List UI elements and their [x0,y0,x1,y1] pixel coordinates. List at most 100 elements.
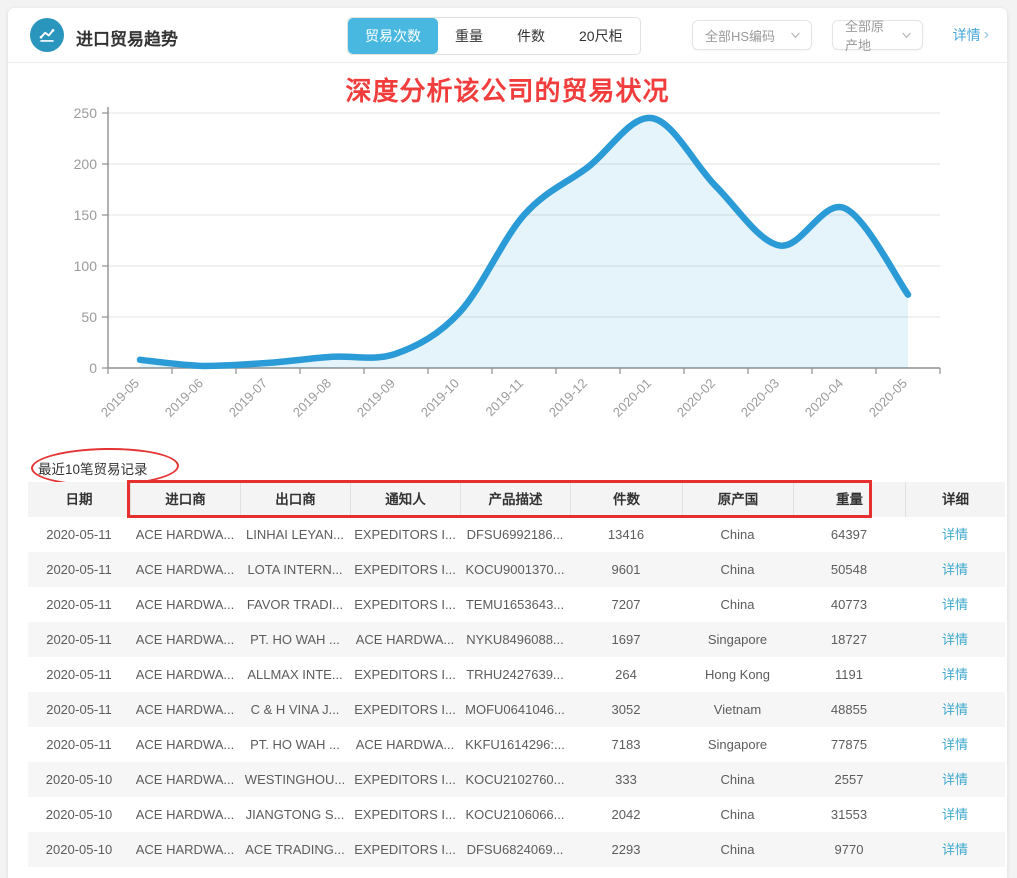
cell-pieces: 2042 [570,797,682,832]
cell-detail: 详情 [905,517,1005,552]
cell-detail: 详情 [905,832,1005,867]
cell-importer: ACE HARDWA... [130,832,240,867]
table-row: 2020-05-11ACE HARDWA...FAVOR TRADI...EXP… [28,587,1005,622]
row-detail-link[interactable]: 详情 [942,772,968,787]
cell-detail: 详情 [905,692,1005,727]
cell-notifier: EXPEDITORS I... [350,832,460,867]
svg-text:2019-07: 2019-07 [226,376,270,420]
cell-exporter: LOTA INTERN... [240,552,350,587]
svg-text:100: 100 [74,258,98,274]
metric-tabs: 贸易次数重量件数20尺柜 [347,17,641,55]
cell-notifier: EXPEDITORS I... [350,797,460,832]
cell-notifier: EXPEDITORS I... [350,657,460,692]
page-title: 进口贸易趋势 [76,25,178,50]
table-row: 2020-05-11ACE HARDWA...LINHAI LEYAN...EX… [28,517,1005,552]
cell-product: KKFU1614296:... [460,727,570,762]
cell-pieces: 7183 [570,727,682,762]
row-detail-link[interactable]: 详情 [942,807,968,822]
cell-weight: 64397 [793,517,905,552]
row-detail-link[interactable]: 详情 [942,737,968,752]
cell-notifier: EXPEDITORS I... [350,692,460,727]
svg-text:2019-09: 2019-09 [354,376,398,420]
cell-origin: China [682,517,793,552]
cell-importer: ACE HARDWA... [130,727,240,762]
header-detail-link[interactable]: 详情 › [953,25,989,45]
records-table: 日期进口商出口商通知人产品描述件数原产国重量详细 2020-05-11ACE H… [28,482,1005,867]
cell-date: 2020-05-11 [28,552,130,587]
cell-notifier: ACE HARDWA... [350,727,460,762]
column-header-8: 详细 [905,482,1005,517]
cell-importer: ACE HARDWA... [130,797,240,832]
svg-text:200: 200 [74,156,98,172]
cell-product: KOCU2102760... [460,762,570,797]
cell-date: 2020-05-10 [28,797,130,832]
row-detail-link[interactable]: 详情 [942,597,968,612]
cell-detail: 详情 [905,797,1005,832]
cell-product: TEMU1653643... [460,587,570,622]
import-trend-card: 进口贸易趋势 贸易次数重量件数20尺柜 全部HS编码 全部原产地 详情 [8,8,1007,878]
svg-text:250: 250 [74,105,98,121]
cell-date: 2020-05-11 [28,587,130,622]
cell-exporter: WESTINGHOU... [240,762,350,797]
svg-text:2020-03: 2020-03 [738,376,782,420]
origin-dropdown[interactable]: 全部原产地 [832,20,923,50]
cell-notifier: EXPEDITORS I... [350,762,460,797]
cell-pieces: 2293 [570,832,682,867]
filter-group: 全部HS编码 全部原产地 [692,20,923,50]
cell-notifier: ACE HARDWA... [350,622,460,657]
metric-tab-2[interactable]: 件数 [500,18,562,54]
table-row: 2020-05-10ACE HARDWA...WESTINGHOU...EXPE… [28,762,1005,797]
hs-code-dropdown[interactable]: 全部HS编码 [692,20,812,50]
metric-tab-3[interactable]: 20尺柜 [562,18,640,54]
row-detail-link[interactable]: 详情 [942,527,968,542]
cell-exporter: C & H VINA J... [240,692,350,727]
cell-weight: 1191 [793,657,905,692]
page: 进口贸易趋势 贸易次数重量件数20尺柜 全部HS编码 全部原产地 详情 [0,0,1017,878]
svg-text:2020-01: 2020-01 [610,376,654,420]
table-body: 2020-05-11ACE HARDWA...LINHAI LEYAN...EX… [28,517,1005,867]
cell-importer: ACE HARDWA... [130,552,240,587]
column-header-0: 日期 [28,482,130,517]
cell-notifier: EXPEDITORS I... [350,587,460,622]
cell-detail: 详情 [905,762,1005,797]
svg-text:0: 0 [89,360,97,376]
cell-weight: 31553 [793,797,905,832]
cell-weight: 18727 [793,622,905,657]
cell-importer: ACE HARDWA... [130,762,240,797]
cell-pieces: 333 [570,762,682,797]
column-header-6: 原产国 [682,482,793,517]
table-row: 2020-05-10ACE HARDWA...ACE TRADING...EXP… [28,832,1005,867]
table-row: 2020-05-11ACE HARDWA...PT. HO WAH ...ACE… [28,622,1005,657]
cell-detail: 详情 [905,657,1005,692]
metric-tab-1[interactable]: 重量 [438,18,500,54]
row-detail-link[interactable]: 详情 [942,667,968,682]
svg-text:2019-10: 2019-10 [418,376,462,420]
cell-weight: 77875 [793,727,905,762]
cell-pieces: 3052 [570,692,682,727]
cell-importer: ACE HARDWA... [130,622,240,657]
table-row: 2020-05-11ACE HARDWA...LOTA INTERN...EXP… [28,552,1005,587]
cell-origin: Singapore [682,727,793,762]
cell-origin: China [682,832,793,867]
column-header-2: 出口商 [240,482,350,517]
cell-importer: ACE HARDWA... [130,517,240,552]
svg-text:150: 150 [74,207,98,223]
column-header-7: 重量 [793,482,905,517]
cell-weight: 40773 [793,587,905,622]
row-detail-link[interactable]: 详情 [942,562,968,577]
cell-importer: ACE HARDWA... [130,657,240,692]
row-detail-link[interactable]: 详情 [942,842,968,857]
metric-tab-0[interactable]: 贸易次数 [348,18,438,54]
cell-detail: 详情 [905,727,1005,762]
chevron-down-icon [902,31,911,40]
cell-date: 2020-05-11 [28,517,130,552]
cell-importer: ACE HARDWA... [130,587,240,622]
row-detail-link[interactable]: 详情 [942,702,968,717]
cell-product: KOCU9001370... [460,552,570,587]
svg-text:2019-08: 2019-08 [290,376,334,420]
row-detail-link[interactable]: 详情 [942,632,968,647]
cell-notifier: EXPEDITORS I... [350,517,460,552]
cell-exporter: ALLMAX INTE... [240,657,350,692]
trend-chart-svg: 0501001502002502019-052019-062019-072019… [8,79,1007,435]
cell-weight: 48855 [793,692,905,727]
